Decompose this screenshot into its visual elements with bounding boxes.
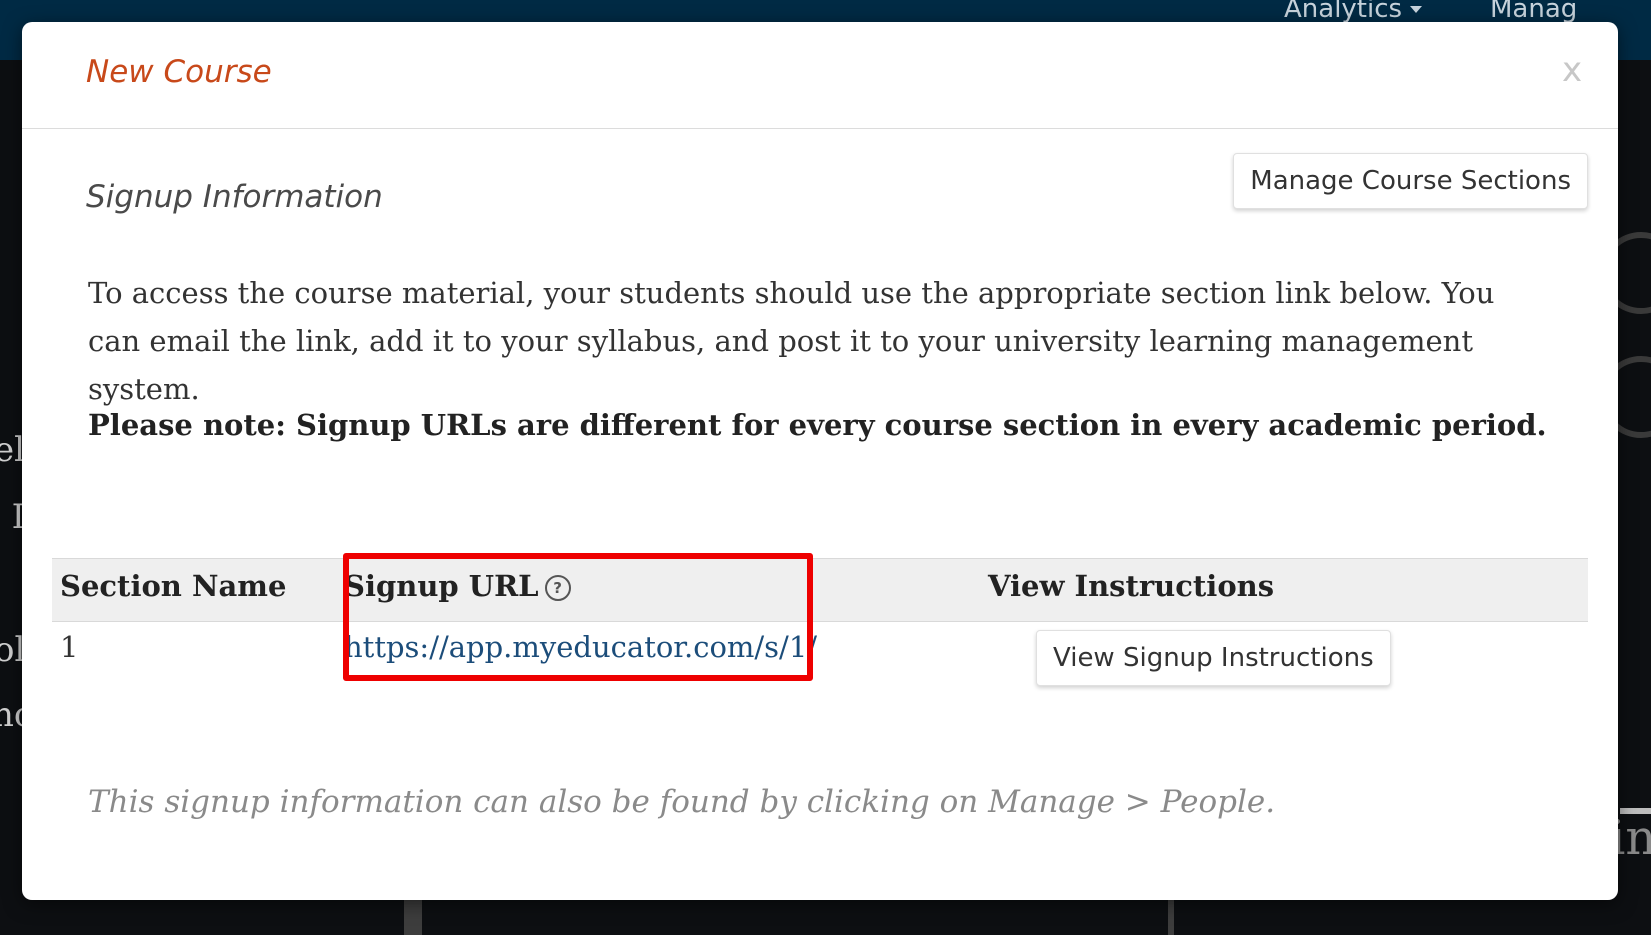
footer-note: This signup information can also be foun… <box>88 784 1276 820</box>
manage-course-sections-button[interactable]: Manage Course Sections <box>1233 153 1588 209</box>
close-icon[interactable]: x <box>1552 50 1592 90</box>
background-shape <box>404 900 422 935</box>
modal-title: New Course <box>86 54 272 90</box>
caret-down-icon <box>1410 6 1423 13</box>
signup-url-link[interactable]: https://app.myeducator.com/s/1/ <box>344 630 817 664</box>
nav-manage[interactable]: Manag <box>1490 0 1577 24</box>
header-view-instructions: View Instructions <box>988 569 1275 603</box>
header-signup-url-label: Signup URL <box>344 569 539 603</box>
new-course-modal: New Course x Signup Information Manage C… <box>22 22 1618 900</box>
header-section-name: Section Name <box>60 569 287 603</box>
background-shape <box>1168 900 1174 935</box>
signup-url-cell: https://app.myeducator.com/s/1/ <box>344 630 817 664</box>
section-name-cell: 1 <box>60 630 79 664</box>
view-signup-instructions-button[interactable]: View Signup Instructions <box>1036 630 1391 686</box>
question-circle-icon[interactable]: ? <box>544 575 571 601</box>
table-header-row: Section Name Signup URL? View Instructio… <box>52 558 1588 622</box>
signup-note: Please note: Signup URLs are different f… <box>88 408 1547 442</box>
intro-text: To access the course material, your stud… <box>88 276 1495 406</box>
modal-header: New Course x <box>22 22 1618 129</box>
background-shape <box>1620 808 1651 814</box>
nav-analytics[interactable]: Analytics <box>1284 0 1423 24</box>
nav-manage-label: Manag <box>1490 0 1578 24</box>
header-signup-url: Signup URL? <box>344 569 571 603</box>
nav-analytics-label: Analytics <box>1284 0 1403 24</box>
section-title: Signup Information <box>86 179 383 215</box>
